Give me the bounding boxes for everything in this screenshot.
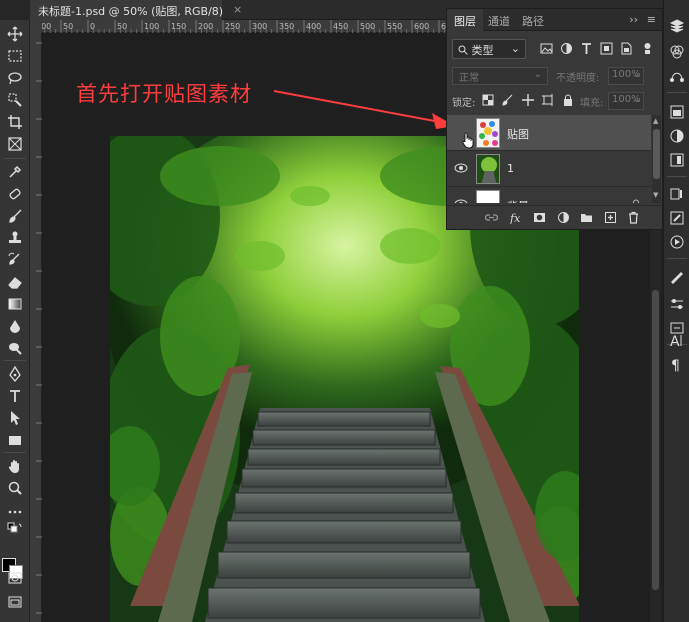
actions-panel-icon[interactable] [669,234,685,250]
lock-pixels-icon[interactable] [502,94,514,106]
new-group-folder-icon[interactable] [580,211,593,224]
visibility-eye-icon[interactable] [454,198,468,203]
layer-row-sticker[interactable]: 贴图 [447,115,651,151]
layer-name[interactable]: 1 [507,162,514,175]
tab-paths[interactable]: 路径 [515,9,551,31]
layer-style-fx-icon[interactable]: fx [510,211,523,224]
photoshop-window: 未标题-1.psd @ 50% (贴图, RGB/8) × 00 50 0 50… [0,0,689,622]
tool-presets-icon[interactable] [669,270,685,286]
fill-field[interactable]: 100% ⌄ [608,92,644,110]
scroll-down-icon[interactable]: ▼ [653,191,658,199]
blend-mode-select[interactable]: 正常 ⌄ [452,67,548,85]
link-layers-icon[interactable] [485,211,498,224]
tab-channels[interactable]: 通道 [481,9,517,31]
lock-label: 锁定: [452,98,476,109]
libraries-panel-icon[interactable] [669,104,685,120]
layer-thumbnail [476,154,500,184]
lock-icon [633,199,639,203]
scroll-up-icon[interactable]: ▲ [653,117,658,125]
sliders-panel-icon[interactable] [669,296,685,312]
chevron-down-icon: ⌄ [533,69,542,80]
visibility-eye-icon[interactable] [454,162,468,174]
filter-kind-select[interactable]: 类型 ⌄ [452,39,526,59]
channels-panel-icon[interactable] [669,44,685,60]
lock-fill-row: 锁定: 填充: 100% ⌄ [452,92,657,110]
opacity-field[interactable]: 100% ⌄ [608,67,644,85]
adjustments-panel-icon[interactable] [669,128,685,144]
layer-row-1[interactable]: 1 [447,151,651,187]
opacity-label: 不透明度: [556,73,600,84]
blend-opacity-row: 正常 ⌄ 不透明度: 100% ⌄ [452,67,657,85]
svg-text:fx: fx [510,212,521,224]
filter-adjustment-icon[interactable] [560,42,573,55]
layer-filter-row: 类型 ⌄ [452,39,657,59]
filter-shape-icon[interactable] [600,42,613,55]
filter-pixel-icon[interactable] [540,42,553,55]
chevron-down-icon: ⌄ [632,94,641,105]
layer-list-scroll-thumb[interactable] [653,129,660,179]
layer-list: 贴图 1 背景 [447,115,651,203]
right-panel-dock: A ¶ [663,0,689,622]
layer-row-background[interactable]: 背景 [447,187,651,203]
filter-type-icon[interactable] [580,42,593,55]
layer-thumbnail [476,118,500,148]
search-icon [458,45,468,55]
layers-panel: 图层 通道 路径 ›› ≡ 类型 ⌄ 正常 ⌄ 不透明度: 100% ⌄ 锁定:… [446,8,663,230]
layer-name[interactable]: 贴图 [507,126,529,142]
paths-panel-icon[interactable] [669,68,685,84]
collapse-panel-icon[interactable]: ›› [629,13,638,26]
tab-layers[interactable]: 图层 [447,9,483,31]
filter-kind-value: 类型 [471,44,494,57]
add-mask-icon[interactable] [533,211,546,224]
blend-mode-value: 正常 [459,73,479,84]
lock-artboard-icon[interactable] [542,94,554,106]
layer-thumbnail [476,190,500,203]
panel-menu-icon[interactable]: ≡ [647,13,656,26]
svg-text:A: A [670,334,680,348]
character-panel-icon[interactable]: A [669,332,685,348]
layers-panel-footer: fx [447,205,662,229]
layers-panel-icon[interactable] [669,18,685,34]
layer-name[interactable]: 背景 [507,198,529,203]
brush-settings-icon[interactable] [669,210,685,226]
hand-cursor-icon [462,132,474,149]
paragraph-panel-icon[interactable]: ¶ [669,356,685,372]
svg-text:¶: ¶ [671,358,680,372]
layer-list-scrollbar[interactable]: ▲ ▼ [652,115,661,203]
lock-all-icon[interactable] [562,94,574,106]
new-layer-icon[interactable] [604,211,617,224]
adjustment-layer-icon[interactable] [557,211,570,224]
filter-smart-object-icon[interactable] [620,42,633,55]
lock-transparent-icon[interactable] [482,94,494,106]
properties-panel-icon[interactable] [669,152,685,168]
lock-position-icon[interactable] [522,94,534,106]
chevron-down-icon: ⌄ [510,42,520,55]
filter-toggle-icon[interactable] [641,42,654,55]
chevron-down-icon: ⌄ [632,69,641,80]
fill-label: 填充: [580,98,604,109]
history-panel-icon[interactable] [669,186,685,202]
layers-panel-tabs: 图层 通道 路径 ›› ≡ [447,9,662,31]
delete-layer-trash-icon[interactable] [627,211,640,224]
